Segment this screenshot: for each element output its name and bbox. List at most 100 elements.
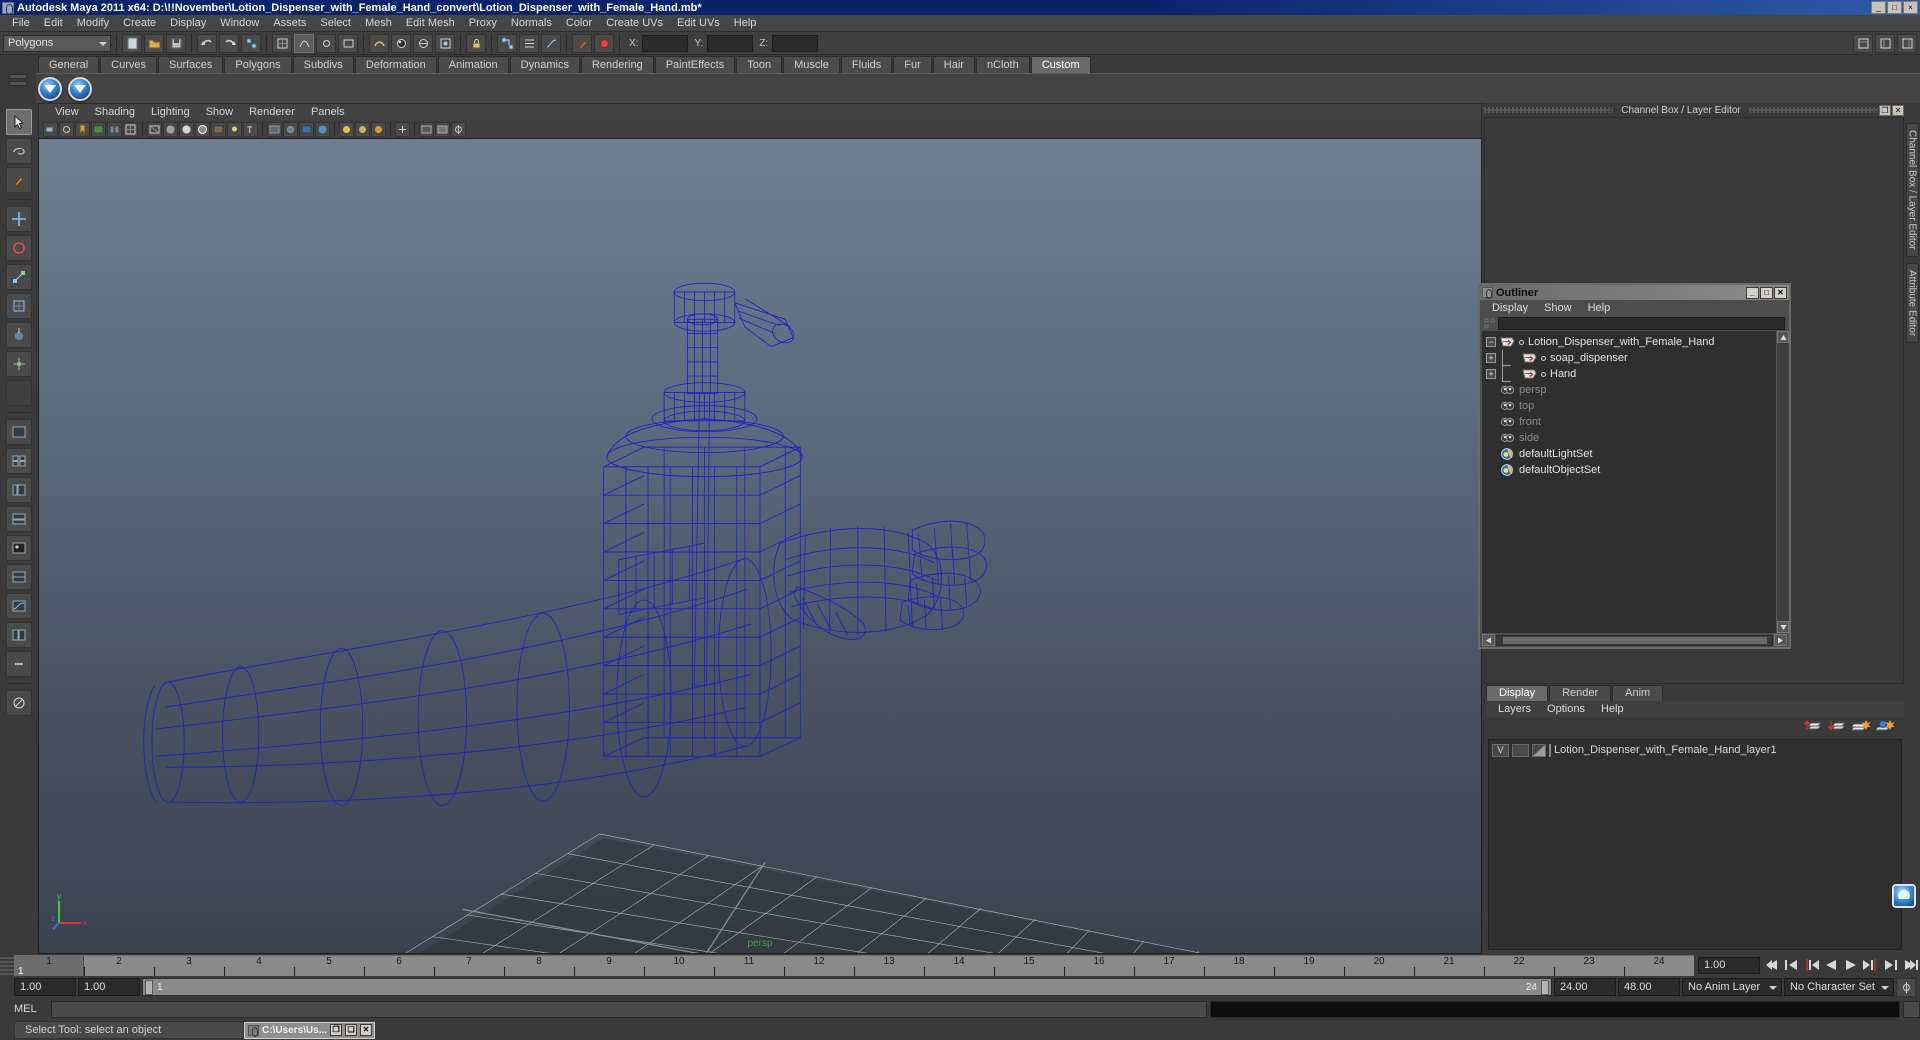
hypershade-persp-layout-button[interactable]: [6, 535, 32, 561]
scale-tool[interactable]: [6, 264, 32, 290]
shelf-tab-rendering[interactable]: Rendering: [580, 56, 654, 73]
step-back-frame-icon[interactable]: [1782, 956, 1800, 974]
outliner-menu-display[interactable]: Display: [1484, 300, 1536, 316]
range-start-field[interactable]: 1.00: [14, 978, 76, 996]
persp-relationship-layout-button[interactable]: [6, 622, 32, 648]
menu-item-create-uvs[interactable]: Create UVs: [599, 15, 670, 32]
color-settings-button[interactable]: [594, 33, 614, 53]
menu-item-proxy[interactable]: Proxy: [462, 15, 504, 32]
layer-playback-toggle[interactable]: [1512, 743, 1529, 757]
outliner-close-button[interactable]: ✕: [1774, 286, 1787, 299]
undo-button[interactable]: [197, 33, 217, 53]
single-perspective-layout-button[interactable]: [6, 419, 32, 445]
persp-graph-editor-layout-button[interactable]: [6, 593, 32, 619]
shelf-tab-animation[interactable]: Animation: [437, 56, 509, 73]
help-assistant-icon[interactable]: [1892, 884, 1916, 908]
two-pane-icon[interactable]: [107, 121, 122, 137]
range-end-handle[interactable]: [1541, 980, 1549, 995]
outliner-vertical-scrollbar[interactable]: [1776, 331, 1789, 633]
persp-outliner-layout-button[interactable]: [6, 564, 32, 590]
script-editor-button[interactable]: [1903, 1000, 1920, 1018]
animation-preferences-button[interactable]: [1896, 977, 1916, 997]
menu-item-mesh[interactable]: Mesh: [358, 15, 399, 32]
outliner-item-top[interactable]: top: [1482, 398, 1776, 414]
outliner-expander-icon[interactable]: −: [1486, 337, 1496, 347]
xray-joints-icon[interactable]: [283, 121, 298, 137]
play-backwards-icon[interactable]: [1822, 956, 1840, 974]
step-forward-frame-icon[interactable]: [1882, 956, 1900, 974]
new-scene-button[interactable]: [122, 33, 142, 53]
layer-list[interactable]: V Lotion_Dispenser_with_Female_Hand_layer…: [1488, 739, 1902, 950]
shelf-tab-fluids[interactable]: Fluids: [840, 56, 893, 73]
animation-end-field[interactable]: 48.00: [1618, 978, 1680, 996]
shelf-tab-surfaces[interactable]: Surfaces: [157, 56, 224, 73]
vertical-tab-attribute-editor[interactable]: Attribute Editor: [1905, 262, 1919, 343]
gamma-icon[interactable]: [435, 121, 450, 137]
shelf-tab-polygons[interactable]: Polygons: [224, 56, 292, 73]
layer-menu-help[interactable]: Help: [1593, 701, 1632, 717]
outliner-button[interactable]: [519, 33, 539, 53]
y-coordinate-field[interactable]: [707, 34, 754, 52]
ipr-render-button[interactable]: [413, 33, 433, 53]
flat-shade-icon[interactable]: [179, 121, 194, 137]
panel-menu-view[interactable]: View: [47, 104, 87, 121]
move-layer-up-icon[interactable]: [1803, 718, 1824, 737]
exposure-icon[interactable]: [419, 121, 434, 137]
show-attribute-editor-button[interactable]: [1875, 33, 1895, 53]
snap-to-point-button[interactable]: [316, 33, 336, 53]
hypergraph-button[interactable]: [497, 33, 517, 53]
z-coordinate-field[interactable]: [772, 34, 819, 52]
timeline-grip-icon[interactable]: [0, 955, 14, 975]
viewport-settings-icon[interactable]: [451, 121, 466, 137]
scroll-right-button[interactable]: [1774, 634, 1787, 646]
outliner-horizontal-scrollbar[interactable]: [1480, 633, 1789, 647]
taskbar-maximize-button[interactable]: ❏: [345, 1024, 358, 1036]
anim-layer-dropdown[interactable]: No Anim Layer: [1682, 978, 1782, 996]
range-start-handle[interactable]: [145, 980, 153, 995]
play-forwards-icon[interactable]: [1842, 956, 1860, 974]
select-by-hierarchy-button[interactable]: [241, 33, 261, 53]
outliner-item-defaultobjectset[interactable]: defaultObjectSet: [1482, 462, 1776, 478]
smooth-shade-icon[interactable]: [163, 121, 178, 137]
snap-to-grid-button[interactable]: [272, 33, 292, 53]
menu-item-normals[interactable]: Normals: [504, 15, 559, 32]
shelf-tab-ncloth[interactable]: nCloth: [975, 56, 1030, 73]
maximize-button[interactable]: □: [1887, 1, 1902, 14]
shade-wireframe-icon[interactable]: [195, 121, 210, 137]
selection-mode-dropdown[interactable]: Polygons: [3, 34, 111, 52]
camera-attributes-icon[interactable]: [59, 121, 74, 137]
panel-menu-shading[interactable]: Shading: [87, 104, 143, 121]
menu-item-edit-mesh[interactable]: Edit Mesh: [399, 15, 462, 32]
shelf-tab-painteffects[interactable]: PaintEffects: [654, 56, 736, 73]
xray-icon[interactable]: [267, 121, 282, 137]
shelf-tab-subdivs[interactable]: Subdivs: [292, 56, 354, 73]
go-to-start-icon[interactable]: [1762, 956, 1780, 974]
shelf-tab-dynamics[interactable]: Dynamics: [509, 56, 580, 73]
menu-item-select[interactable]: Select: [313, 15, 358, 32]
menu-item-display[interactable]: Display: [163, 15, 213, 32]
menu-item-modify[interactable]: Modify: [70, 15, 116, 32]
outliner-menu-help[interactable]: Help: [1580, 300, 1619, 316]
outliner-minimize-button[interactable]: _: [1746, 286, 1759, 299]
lock-button[interactable]: [466, 33, 486, 53]
new-layer-icon[interactable]: [1849, 718, 1872, 737]
save-scene-button[interactable]: [166, 33, 186, 53]
taskbar-close-button[interactable]: ✕: [360, 1024, 373, 1036]
shelf-tab-toon[interactable]: Toon: [736, 56, 783, 73]
panel-menu-renderer[interactable]: Renderer: [241, 104, 303, 121]
hw-texture-icon[interactable]: [299, 121, 314, 137]
vertical-tab-channel-box-layer-editor[interactable]: Channel Box / Layer Editor: [1905, 123, 1919, 257]
timeline-track[interactable]: 1 1 2 3 4 5 6 7 8 9 10 11 12 13 14 15 16 17 18 19 20 21 22 23 2…: [14, 954, 1694, 976]
range-slider[interactable]: 1 24: [142, 978, 1552, 996]
taskbar-window-button[interactable]: C:\Users\Us... ❐ ❏ ✕: [244, 1021, 376, 1039]
shadows-icon[interactable]: [371, 121, 386, 137]
outliner-menu-show[interactable]: Show: [1536, 300, 1580, 316]
menu-item-color[interactable]: Color: [559, 15, 599, 32]
outliner-search-input[interactable]: [1498, 317, 1785, 330]
smooth-preview-icon[interactable]: [315, 121, 330, 137]
text-display-icon[interactable]: T: [243, 121, 258, 137]
shelf-icon-1[interactable]: [38, 76, 62, 101]
menu-item-edit[interactable]: Edit: [37, 15, 70, 32]
layer-visibility-toggle[interactable]: V: [1492, 743, 1509, 757]
panel-menu-show[interactable]: Show: [198, 104, 242, 121]
